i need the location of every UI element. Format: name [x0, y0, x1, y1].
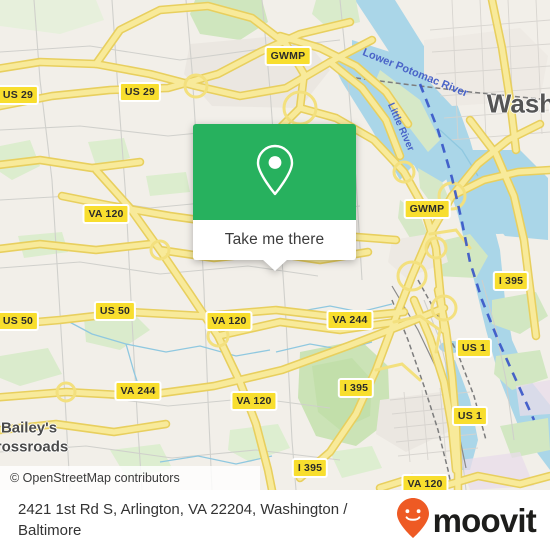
map-canvas[interactable]: Lower Potomac River Little River Wash Ba…: [0, 0, 550, 490]
road-shield-va-120-upper: VA 120: [82, 204, 130, 224]
road-shield-i-395-center: I 395: [337, 378, 375, 398]
footer-bar: 2421 1st Rd S, Arlington, VA 22204, Wash…: [0, 490, 550, 550]
moovit-logo[interactable]: moovit: [396, 497, 537, 544]
moovit-pin-icon: [396, 497, 430, 544]
road-shield-va-244-west: VA 244: [114, 381, 162, 401]
take-me-there-button[interactable]: Take me there: [193, 220, 356, 260]
address-text: 2421 1st Rd S, Arlington, VA 22204, Wash…: [18, 500, 348, 539]
take-me-there-label: Take me there: [224, 231, 325, 248]
road-shield-us-1-lower: US 1: [451, 406, 489, 426]
road-shield-us-29-center: US 29: [118, 82, 162, 102]
destination-callout-card[interactable]: Take me there: [193, 124, 356, 271]
road-shield-va-120-center: VA 120: [205, 311, 253, 331]
road-shield-gwmp-north: GWMP: [264, 46, 312, 66]
road-shield-us-1-upper: US 1: [455, 338, 493, 358]
road-shield-us-50-center: US 50: [93, 301, 137, 321]
road-shield-us-50-west: US 50: [0, 311, 40, 331]
attribution-text: © OpenStreetMap contributors: [10, 471, 180, 485]
callout-pointer: [261, 259, 288, 271]
moovit-map-screen: Lower Potomac River Little River Wash Ba…: [0, 0, 550, 550]
road-shield-va-120-lower: VA 120: [230, 391, 278, 411]
map-pin-icon: [253, 142, 297, 203]
moovit-wordmark: moovit: [432, 501, 537, 539]
road-shield-va-120-south: VA 120: [401, 474, 449, 490]
road-shield-us-29-west: US 29: [0, 85, 40, 105]
road-shield-i-395-south: I 395: [291, 458, 329, 478]
road-shield-i-395-east: I 395: [492, 271, 530, 291]
road-shield-gwmp-east: GWMP: [403, 199, 451, 219]
map-attribution[interactable]: © OpenStreetMap contributors: [0, 466, 260, 490]
callout-pin-area: [193, 124, 356, 220]
road-shield-va-244-center: VA 244: [326, 310, 374, 330]
